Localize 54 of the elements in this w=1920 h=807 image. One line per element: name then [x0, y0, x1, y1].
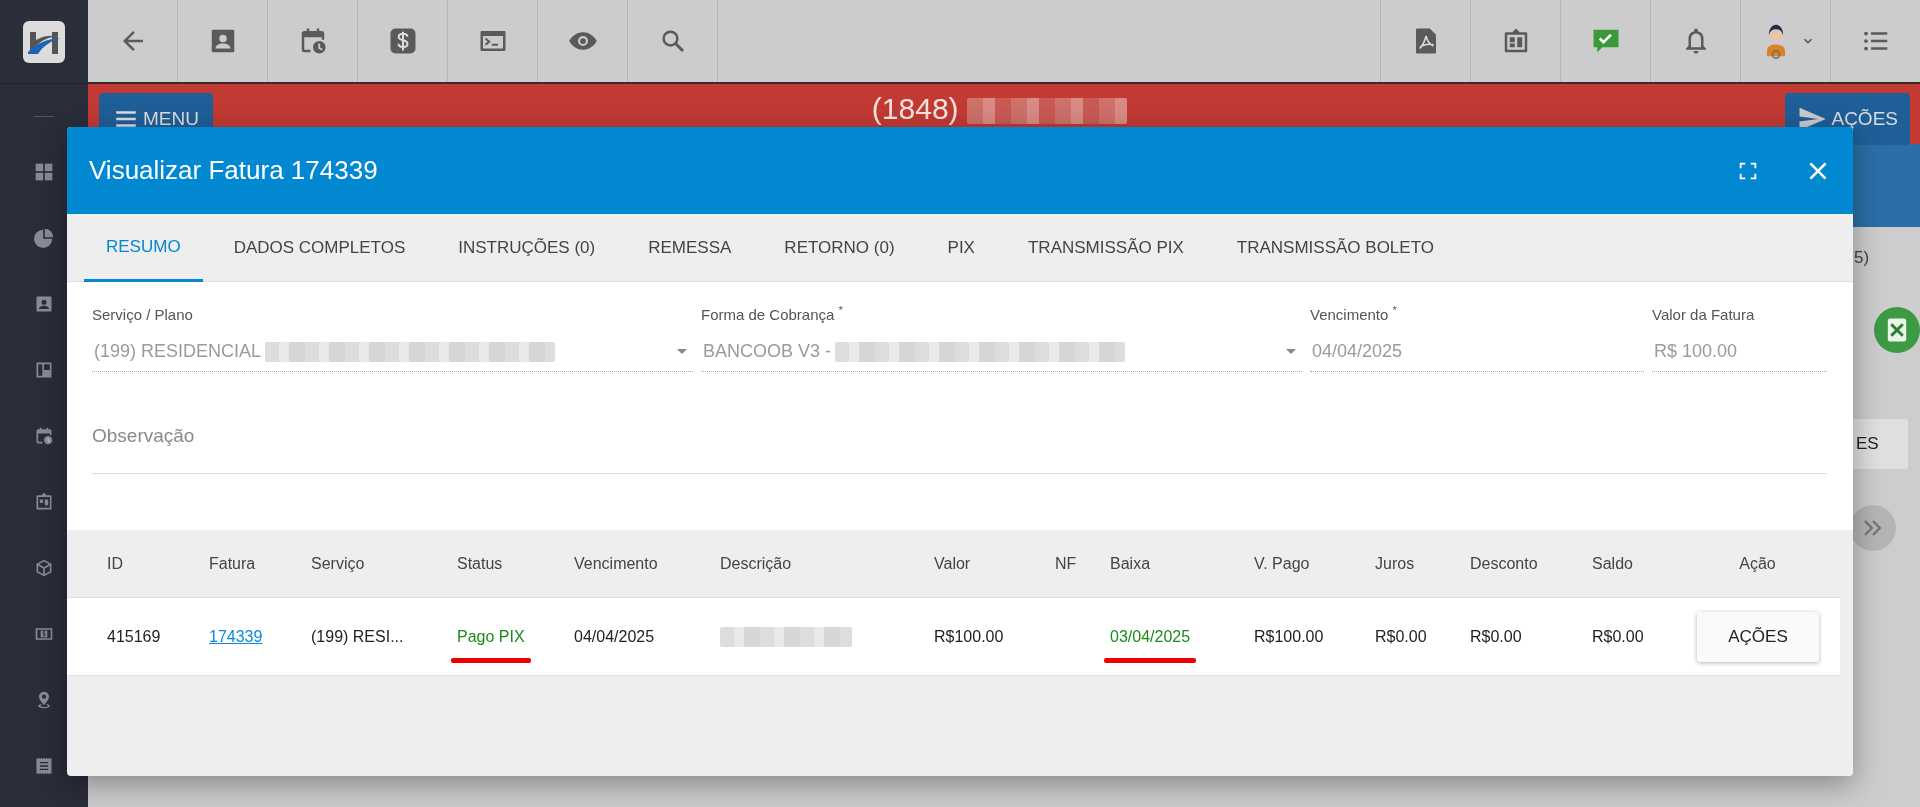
column-header: Juros: [1375, 553, 1416, 574]
calendar-clock-icon[interactable]: [34, 426, 54, 446]
spreadsheet-icon[interactable]: [1874, 306, 1920, 353]
client-code: (1848): [871, 94, 959, 124]
table-cell: R$100.00: [1254, 627, 1324, 645]
status-text: Pago PIX: [457, 624, 525, 649]
column-header: Valor: [934, 553, 972, 574]
column-header: Fatura: [209, 553, 257, 574]
column-header: Vencimento: [574, 553, 659, 574]
column-header: Status: [457, 553, 504, 574]
tab[interactable]: INSTRUÇÕES (0): [436, 214, 618, 282]
column-header: NF: [1055, 553, 1078, 574]
box-icon[interactable]: [34, 558, 54, 578]
field-label: Serviço / Plano: [92, 305, 194, 325]
column-header: Ação: [1738, 553, 1777, 574]
count-text: 5): [1853, 247, 1870, 269]
field-label: Forma de Cobrança $^{*}$: [701, 304, 844, 325]
table-cell: (199) RESI...: [311, 627, 404, 645]
table-cell: R$0.00: [1375, 627, 1427, 645]
column-header: Descrição: [720, 553, 793, 574]
table-cell: R$0.00: [1592, 627, 1644, 645]
tab[interactable]: DADOS COMPLETOS: [211, 214, 428, 282]
tab[interactable]: RETORNO (0): [762, 214, 917, 282]
table-cell: R$0.00: [1470, 627, 1522, 645]
pie-chart-icon[interactable]: [34, 228, 54, 248]
tab[interactable]: TRANSMISSÃO BOLETO: [1214, 214, 1456, 282]
dashboard-icon[interactable]: [34, 162, 54, 182]
column-header: Serviço: [311, 553, 366, 574]
tab[interactable]: PIX: [925, 214, 997, 282]
receipt-icon[interactable]: [34, 756, 54, 776]
id-badge-icon[interactable]: [34, 492, 54, 512]
field-label: Vencimento $^{*}$: [1310, 304, 1398, 325]
table-cell: R$100.00: [934, 627, 1004, 645]
observation-field[interactable]: Observação: [92, 398, 1827, 474]
column-header: Desconto: [1470, 553, 1539, 574]
modal-title: Visualizar Fatura 174339: [89, 154, 379, 187]
actions-button[interactable]: AÇÕES: [1697, 611, 1819, 662]
field-label: Valor da Fatura: [1652, 305, 1756, 325]
table-cell: 415169: [107, 627, 161, 645]
logo-icon[interactable]: [22, 19, 66, 64]
column-header: V. Pago: [1254, 553, 1311, 574]
tab[interactable]: REMESSA: [626, 214, 754, 282]
invoice-link[interactable]: 174339: [209, 627, 263, 645]
board-icon[interactable]: [34, 360, 54, 380]
dollar-icon[interactable]: [387, 26, 418, 56]
status-text: 03/04/2025: [1110, 624, 1191, 649]
double-chevron-icon[interactable]: [1850, 504, 1896, 551]
tab[interactable]: TRANSMISSÃO PIX: [1005, 214, 1206, 282]
partial-button[interactable]: ES: [1850, 418, 1908, 469]
table-cell: 04/04/2025: [574, 627, 655, 645]
column-header: ID: [107, 553, 124, 574]
contact-card-icon[interactable]: [34, 294, 54, 314]
column-header: Saldo: [1592, 553, 1634, 574]
column-header: Baixa: [1110, 553, 1152, 574]
